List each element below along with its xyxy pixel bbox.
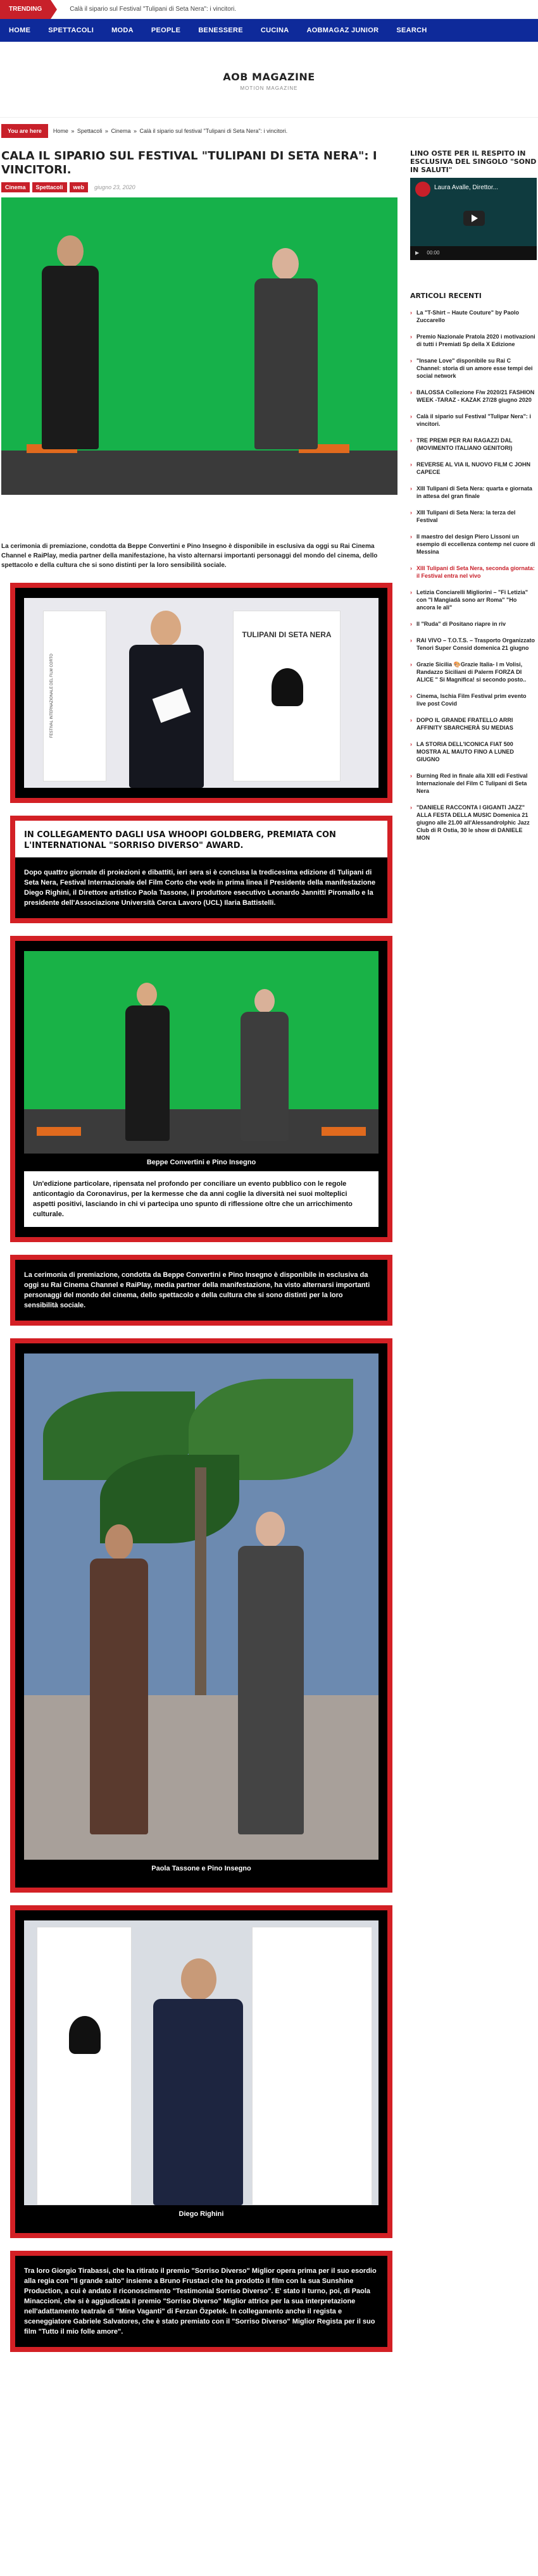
article-lead: La cerimonia di premiazione, condotta da… xyxy=(1,543,378,569)
nav-cucina[interactable]: CUCINA xyxy=(252,27,298,34)
video-controls[interactable]: ▶ 00:00 xyxy=(410,246,537,260)
tulip-logo-icon xyxy=(272,668,303,706)
caption-1: Beppe Convertini e Pino Insegno xyxy=(146,1159,256,1166)
tag-web[interactable]: web xyxy=(69,182,89,192)
photo-frame-4: Diego Righini xyxy=(10,1905,392,2238)
breadcrumb: You are here Home » Spettacoli » Cinema … xyxy=(0,121,538,140)
hero-image xyxy=(1,197,397,495)
banner-right-text: TULIPANI DI SETA NERA xyxy=(242,630,332,639)
list-item[interactable]: "DANIELE RACCONTA I GIGANTI JAZZ" ALLA F… xyxy=(410,804,537,842)
tag-cinema[interactable]: Cinema xyxy=(1,182,30,192)
photo-tassone-insegno xyxy=(24,1353,378,1860)
list-item[interactable]: La "T-Shirt – Haute Couture" by Paolo Zu… xyxy=(410,309,537,324)
video-title: Laura Avalle, Direttor... xyxy=(434,184,498,191)
section-heading-goldberg: IN COLLEGAMENTO DAGLI USA WHOOPI GOLDBER… xyxy=(15,821,387,857)
breadcrumb-spettacoli[interactable]: Spettacoli xyxy=(77,128,103,134)
nav-home[interactable]: HOME xyxy=(0,27,39,34)
play-icon[interactable] xyxy=(463,211,485,226)
list-item[interactable]: Letizia Conciarelli Migliorini – "Fi Let… xyxy=(410,588,537,611)
list-item[interactable]: Burning Red in finale alla XIII edi Fest… xyxy=(410,772,537,795)
breadcrumb-cinema[interactable]: Cinema xyxy=(111,128,130,134)
breadcrumb-trail: Home » Spettacoli » Cinema » Calà il sip… xyxy=(53,128,288,134)
list-item[interactable]: Premio Nazionale Pratola 2020 i motivazi… xyxy=(410,333,537,348)
person-right xyxy=(242,248,330,451)
play-small-icon[interactable]: ▶ xyxy=(415,250,419,256)
text-frame-3: Tra loro Giorgio Tirabassi, che ha ritir… xyxy=(10,2251,392,2352)
text-frame-1: IN COLLEGAMENTO DAGLI USA WHOOPI GOLDBER… xyxy=(10,816,392,923)
list-item[interactable]: LA STORIA DELL'ICONICA FIAT 500 MOSTRA A… xyxy=(410,740,537,763)
trending-link[interactable]: Calà il sipario sul Festival "Tulipani d… xyxy=(70,6,236,13)
list-item[interactable]: Calà il sipario sul Festival "Tulipar Ne… xyxy=(410,413,537,428)
list-item[interactable]: RAI VIVO – T.O.T.S. – Trasporto Organizz… xyxy=(410,637,537,652)
video-time: 00:00 xyxy=(427,250,440,256)
video-player[interactable]: Laura Avalle, Direttor... ▶ 00:00 xyxy=(410,178,537,260)
nav-people[interactable]: PEOPLE xyxy=(142,27,189,34)
breadcrumb-current: Calà il sipario sul festival "Tulipani d… xyxy=(139,128,288,134)
person-insegno xyxy=(233,989,296,1141)
photo-frame-1: FESTIVAL INTERNAZIONALE DEL FILM CORTO T… xyxy=(10,583,392,803)
recent-articles-heading: ARTICOLI RECENTI xyxy=(410,292,482,300)
list-item[interactable]: XIII Tulipani di Seta Nera, seconda gior… xyxy=(410,564,537,580)
list-item[interactable]: "Insane Love" disponibile su Rai C Chann… xyxy=(410,357,537,380)
list-item[interactable]: Il "Ruda" di Positano riapre in riv xyxy=(410,620,537,628)
tulip-logo-icon-2 xyxy=(69,2016,101,2054)
caption-2: Paola Tassone e Pino Insegno xyxy=(151,1865,251,1872)
banner-left-text: FESTIVAL INTERNAZIONALE DEL FILM CORTO xyxy=(50,654,54,738)
text-edizione-particolare: Un'edizione particolare, ripensata nel p… xyxy=(24,1171,378,1227)
photo-frame-2: Beppe Convertini e Pino Insegno Un'edizi… xyxy=(10,936,392,1242)
text-frame-2: La cerimonia di premiazione, condotta da… xyxy=(10,1255,392,1326)
nav-search[interactable]: SEARCH xyxy=(387,27,435,34)
article: CALA IL SIPARIO SUL FESTIVAL "TULIPANI D… xyxy=(0,140,399,2371)
nav-benessere[interactable]: BENESSERE xyxy=(189,27,252,34)
sidebar-video-heading[interactable]: LINO OSTE PER IL RESPITO IN ESCLUSIVA DE… xyxy=(410,149,537,174)
person-insegno-2 xyxy=(227,1512,315,1834)
site-subtitle: MOTION MAGAZINE xyxy=(240,85,298,91)
caption-3: Diego Righini xyxy=(178,2210,224,2218)
main-nav: HOME SPETTACOLI MODA PEOPLE BENESSERE CU… xyxy=(0,19,538,42)
nav-junior[interactable]: AOBMAGAZ JUNIOR xyxy=(297,27,387,34)
sidebar: LINO OSTE PER IL RESPITO IN ESCLUSIVA DE… xyxy=(410,140,537,2371)
person-convertini xyxy=(119,983,176,1141)
list-item[interactable]: Grazie Sicilia 🎨Grazie Italia- I m Volis… xyxy=(410,661,537,683)
photo-frame-3: Paola Tassone e Pino Insegno xyxy=(10,1338,392,1893)
list-item[interactable]: DOPO IL GRANDE FRATELLO ARRI AFFINITY SB… xyxy=(410,716,537,731)
stage-floor xyxy=(1,451,397,495)
photo-diego-righini xyxy=(24,1920,378,2205)
person-left xyxy=(33,235,109,451)
article-date: giugno 23, 2020 xyxy=(94,184,135,190)
nav-moda[interactable]: MODA xyxy=(103,27,142,34)
list-item[interactable]: XIII Tulipani di Seta Nera: quarta e gio… xyxy=(410,485,537,500)
article-meta: Cinema Spettacoli web giugno 23, 2020 xyxy=(1,182,399,192)
person-center xyxy=(119,611,214,788)
list-item[interactable]: TRE PREMI PER RAI RAGAZZI DAL (MOVIMENTO… xyxy=(410,437,537,452)
site-logo-title[interactable]: AOB MAGAZINE xyxy=(0,71,538,83)
list-item[interactable]: Il maestro del design Piero Lissoni un e… xyxy=(410,533,537,556)
nav-spettacoli[interactable]: SPETTACOLI xyxy=(39,27,103,34)
text-premiati: Tra loro Giorgio Tirabassi, che ha ritir… xyxy=(24,2267,377,2336)
list-item[interactable]: Cinema, Ischia Film Festival prim evento… xyxy=(410,692,537,707)
list-item[interactable]: XIII Tulipani di Seta Nera: la terza del… xyxy=(410,509,537,524)
list-item[interactable]: REVERSE AL VIA IL NUOVO FILM C JOHN CAPE… xyxy=(410,461,537,476)
recent-articles-list: La "T-Shirt – Haute Couture" by Paolo Zu… xyxy=(410,309,537,842)
breadcrumb-home[interactable]: Home xyxy=(53,128,68,134)
tag-spettacoli[interactable]: Spettacoli xyxy=(32,182,67,192)
text-cerimonia: La cerimonia di premiazione, condotta da… xyxy=(24,1271,370,1309)
trending-label: TRENDING xyxy=(0,0,58,19)
text-festival-intro: Dopo quattro giornate di proiezioni e di… xyxy=(24,869,376,907)
photo-convertini-insegno xyxy=(24,951,378,1154)
person-tassone xyxy=(81,1524,157,1834)
list-item[interactable]: BALOSSA Collezione F/w 2020/21 FASHION W… xyxy=(410,389,537,404)
person-righini xyxy=(144,1958,252,2205)
breadcrumb-label: You are here xyxy=(1,124,48,138)
article-title: CALA IL SIPARIO SUL FESTIVAL "TULIPANI D… xyxy=(1,149,377,177)
site-header: AOB MAGAZINE MOTION MAGAZINE xyxy=(0,42,538,118)
avatar xyxy=(415,182,430,197)
photo-diego-righini-award: FESTIVAL INTERNAZIONALE DEL FILM CORTO T… xyxy=(24,598,378,788)
trending-bar: TRENDING Calà il sipario sul Festival "T… xyxy=(0,0,538,19)
